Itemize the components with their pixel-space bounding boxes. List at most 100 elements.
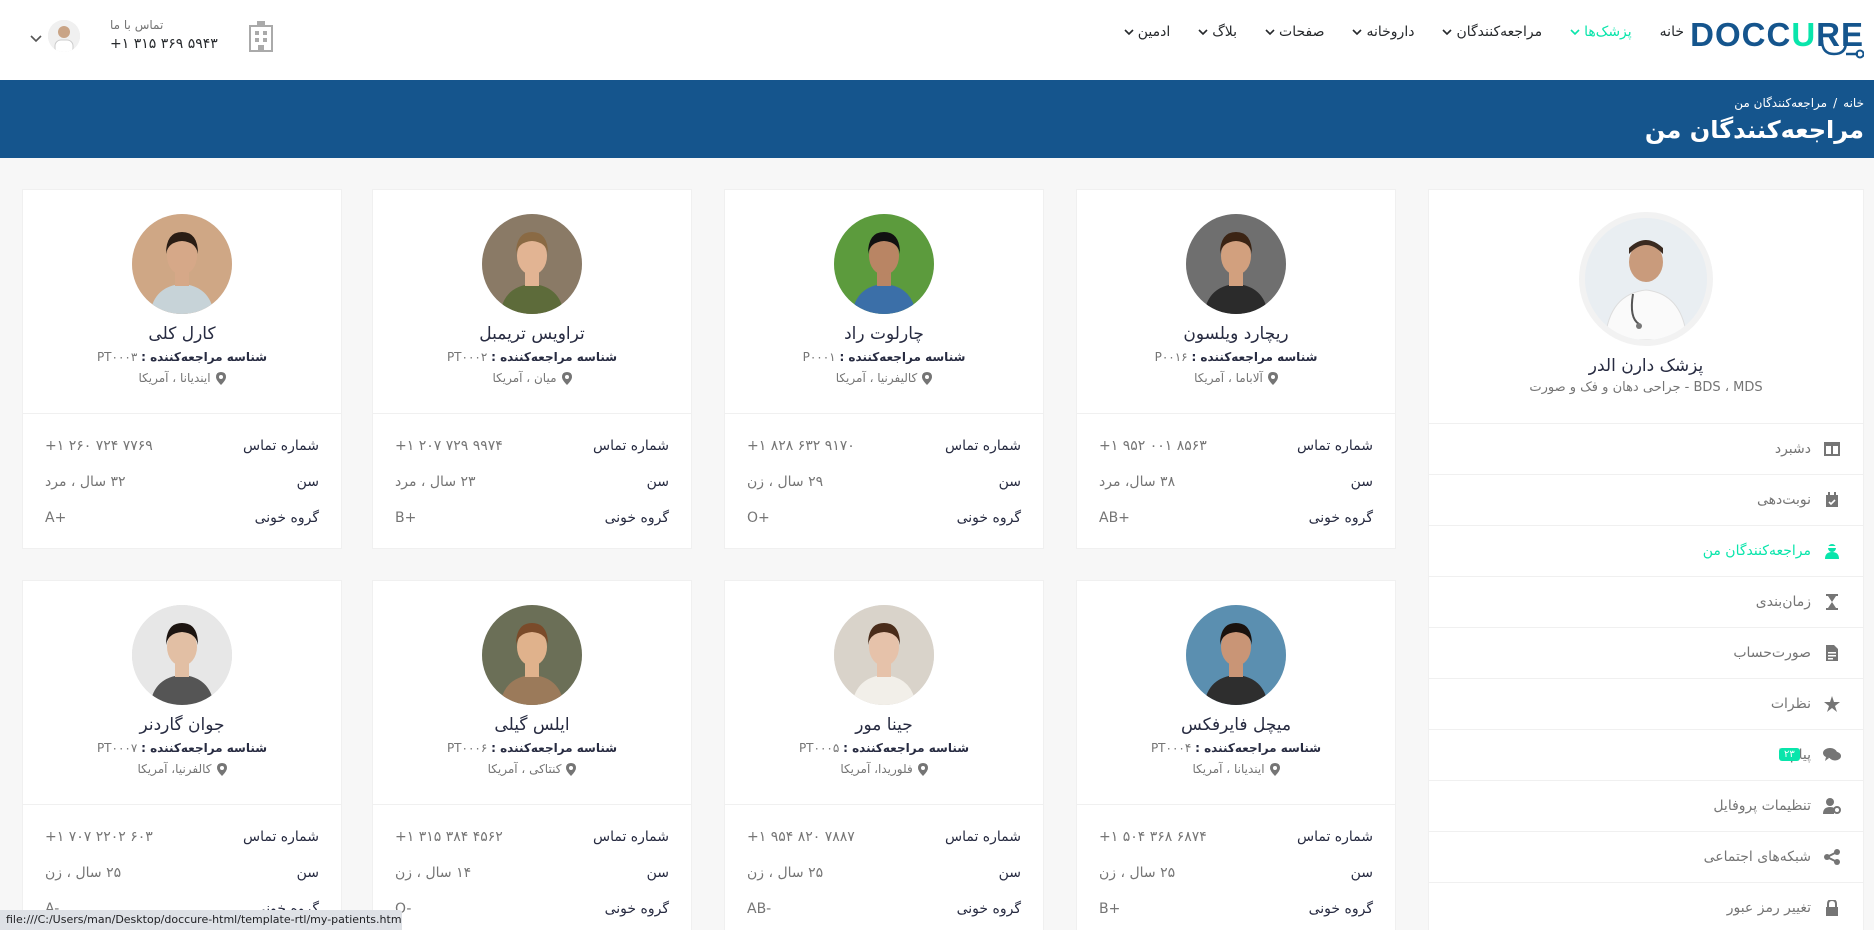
age-value: ۳۸ سال، مرد <box>1099 474 1176 490</box>
nav-item[interactable]: ادمین <box>1124 24 1170 40</box>
patient-location-text: کالفرنیا، آمریکا <box>137 762 212 776</box>
patient-name[interactable]: ایلس گیلی <box>373 715 691 735</box>
patient-name[interactable]: ریچارد ویلسون <box>1077 324 1395 344</box>
chevron-down-icon <box>1265 28 1275 36</box>
info-row-age: سن ۳۸ سال، مرد <box>1099 464 1373 500</box>
patient-photo[interactable] <box>1186 605 1286 705</box>
hourglass-icon <box>1823 593 1841 611</box>
patient-id: شناسه مراجعه‌کننده : PT۰۰۰۳ <box>23 350 341 364</box>
patient-photo[interactable] <box>1186 214 1286 314</box>
breadcrumb-current: مراجعه‌کنندگان من <box>1734 96 1828 110</box>
patient-id-value: PT۰۰۰۶ <box>446 741 488 755</box>
phone-value: +۱ ۸۲۸ ۶۳۲ ۹۱۷۰ <box>747 438 855 454</box>
age-label: سن <box>646 474 669 490</box>
age-value: ۲۵ سال ، زن <box>1099 865 1176 881</box>
sidebar-item-label: مراجعه‌کنندگان من <box>1702 543 1811 559</box>
patient-info: شماره تماس +۱ ۹۵۲ ۰۰۱ ۸۵۶۳ سن ۳۸ سال، مرد گر… <box>1077 413 1395 536</box>
patient-name[interactable]: تراویس تریمبل <box>373 324 691 344</box>
age-value: ۲۹ سال ، زن <box>747 474 824 490</box>
patient-location: کالیفرنیا ، آمریکا <box>725 371 1043 385</box>
nav-item[interactable]: مراجعه‌کنندگان <box>1442 24 1542 40</box>
doccure-logo[interactable]: DOCCURE <box>1690 14 1864 59</box>
sidebar-item[interactable]: صورت‌حساب <box>1429 628 1863 679</box>
patient-photo[interactable] <box>834 214 934 314</box>
breadcrumb-home[interactable]: خانه <box>1843 96 1864 110</box>
phone-label: شماره تماس <box>1297 829 1373 845</box>
map-marker-icon <box>561 371 572 385</box>
patient-id: شناسه مراجعه‌کننده : PT۰۰۰۷ <box>23 741 341 755</box>
sidebar-item-label: نوبت‌دهی <box>1756 492 1811 508</box>
sidebar-item[interactable]: تنظیمات پروفایل <box>1429 781 1863 832</box>
patient-photo[interactable] <box>132 214 232 314</box>
chevron-down-icon[interactable] <box>30 32 42 46</box>
map-marker-icon <box>215 371 226 385</box>
sidebar-item[interactable]: مراجعه‌کنندگان من <box>1429 526 1863 577</box>
patient-id: شناسه مراجعه‌کننده : P۰۰۰۱ <box>725 350 1043 364</box>
age-label: سن <box>1350 865 1373 881</box>
patient-location: کالفرنیا، آمریکا <box>23 762 341 776</box>
user-cog-icon <box>1823 797 1841 815</box>
patient-id-label: شناسه مراجعه‌کننده : <box>839 350 966 364</box>
phone-label: شماره تماس <box>1297 438 1373 454</box>
patient-card[interactable]: ایلس گیلی شناسه مراجعه‌کننده : PT۰۰۰۶ کنتا… <box>372 580 692 930</box>
blood-label: گروه خونی <box>956 510 1021 526</box>
chevron-down-icon <box>1442 28 1453 36</box>
sidebar-item[interactable]: دشبرد <box>1429 424 1863 475</box>
sidebar-item[interactable]: نظرات <box>1429 679 1863 730</box>
sidebar-item[interactable]: پیام‌ها۲۳ <box>1429 730 1863 781</box>
blood-value: A+ <box>45 510 67 526</box>
patient-info: شماره تماس +۱ ۵۰۴ ۳۶۸ ۶۸۷۴ سن ۲۵ سال ، زن گر… <box>1077 804 1395 927</box>
patient-card[interactable]: جینا مور شناسه مراجعه‌کننده : PT۰۰۰۵ فلوری… <box>724 580 1044 930</box>
sidebar-item[interactable]: زمان‌بندی <box>1429 577 1863 628</box>
patient-id: شناسه مراجعه‌کننده : P۰۰۱۶ <box>1077 350 1395 364</box>
info-row-blood: گروه خونی AB- <box>747 891 1021 927</box>
phone-value: +۱ ۲۶۰ ۷۲۴ ۷۷۶۹ <box>45 438 153 454</box>
patient-card[interactable]: ریچارد ویلسون شناسه مراجعه‌کننده : P۰۰۱۶ آ… <box>1076 189 1396 549</box>
patient-name[interactable]: چارلوت راد <box>725 324 1043 344</box>
patient-card[interactable]: چارلوت راد شناسه مراجعه‌کننده : P۰۰۰۱ کالی… <box>724 189 1044 549</box>
patient-name[interactable]: میچل فایرفکس <box>1077 715 1395 735</box>
patient-name[interactable]: جوان گاردنر <box>23 715 341 735</box>
nav-item[interactable]: داروخانه <box>1352 24 1414 40</box>
info-row-phone: شماره تماس +۱ ۲۰۷ ۷۲۹ ۹۹۷۴ <box>395 428 669 464</box>
patient-photo[interactable] <box>132 605 232 705</box>
blood-label: گروه خونی <box>1308 901 1373 917</box>
patient-name[interactable]: کارل کلی <box>23 324 341 344</box>
info-row-blood: گروه خونی O+ <box>747 500 1021 536</box>
blood-label: گروه خونی <box>604 901 669 917</box>
page-title: مراجعه‌کنندگان من <box>1644 116 1864 144</box>
phone-label: شماره تماس <box>945 438 1021 454</box>
patient-info: شماره تماس +۱ ۷۰۷ ۲۲۰۲ ۶۰۳ سن ۲۵ سال ، زن گر… <box>23 804 341 927</box>
phone-value: +۱ ۵۰۴ ۳۶۸ ۶۸۷۴ <box>1099 829 1207 845</box>
nav-item[interactable]: بلاگ <box>1198 24 1237 40</box>
patient-id-value: PT۰۰۰۷ <box>96 741 138 755</box>
patient-info: شماره تماس +۱ ۹۵۴ ۸۲۰ ۷۸۸۷ سن ۲۵ سال ، زن گر… <box>725 804 1043 927</box>
patient-card[interactable]: جوان گاردنر شناسه مراجعه‌کننده : PT۰۰۰۷ کا… <box>22 580 342 930</box>
sidebar-item[interactable]: نوبت‌دهی <box>1429 475 1863 526</box>
patient-location: ایندیانا ، آمریکا <box>1077 762 1395 776</box>
patient-id-value: P۰۰۰۱ <box>802 350 836 364</box>
patient-card[interactable]: کارل کلی شناسه مراجعه‌کننده : PT۰۰۰۳ ایندی… <box>22 189 342 549</box>
nav-item-label: صفحات <box>1279 24 1325 40</box>
user-injured-icon <box>1823 542 1841 560</box>
patient-card[interactable]: میچل فایرفکس شناسه مراجعه‌کننده : PT۰۰۰۴ ا… <box>1076 580 1396 930</box>
nav-item[interactable]: صفحات <box>1265 24 1324 40</box>
info-row-phone: شماره تماس +۱ ۳۱۵ ۳۸۴ ۴۵۶۲ <box>395 819 669 855</box>
patient-photo[interactable] <box>482 214 582 314</box>
nav-item[interactable]: خانه <box>1660 24 1684 40</box>
sidebar-item[interactable]: تغییر رمز عبور <box>1429 883 1863 930</box>
sidebar-item-label: شبکه‌های اجتماعی <box>1703 849 1811 865</box>
patient-card[interactable]: تراویس تریمبل شناسه مراجعه‌کننده : PT۰۰۰۲… <box>372 189 692 549</box>
patient-id-label: شناسه مراجعه‌کننده : <box>141 350 268 364</box>
nav-item-label: پزشک‌ها <box>1584 24 1632 40</box>
sidebar-item[interactable]: شبکه‌های اجتماعی <box>1429 832 1863 883</box>
patient-name[interactable]: جینا مور <box>725 715 1043 735</box>
map-marker-icon <box>1267 371 1278 385</box>
contact-block: تماس با ما +۱ ۳۱۵ ۳۶۹ ۵۹۴۳ <box>110 18 218 52</box>
doctor-profile: پزشک دارن الدر BDS ، MDS - جراحی دهان و … <box>1429 190 1863 424</box>
patient-photo[interactable] <box>834 605 934 705</box>
user-avatar[interactable] <box>48 20 80 52</box>
nav-item[interactable]: پزشک‌ها <box>1570 24 1632 40</box>
comments-icon <box>1823 746 1841 764</box>
patient-photo[interactable] <box>482 605 582 705</box>
